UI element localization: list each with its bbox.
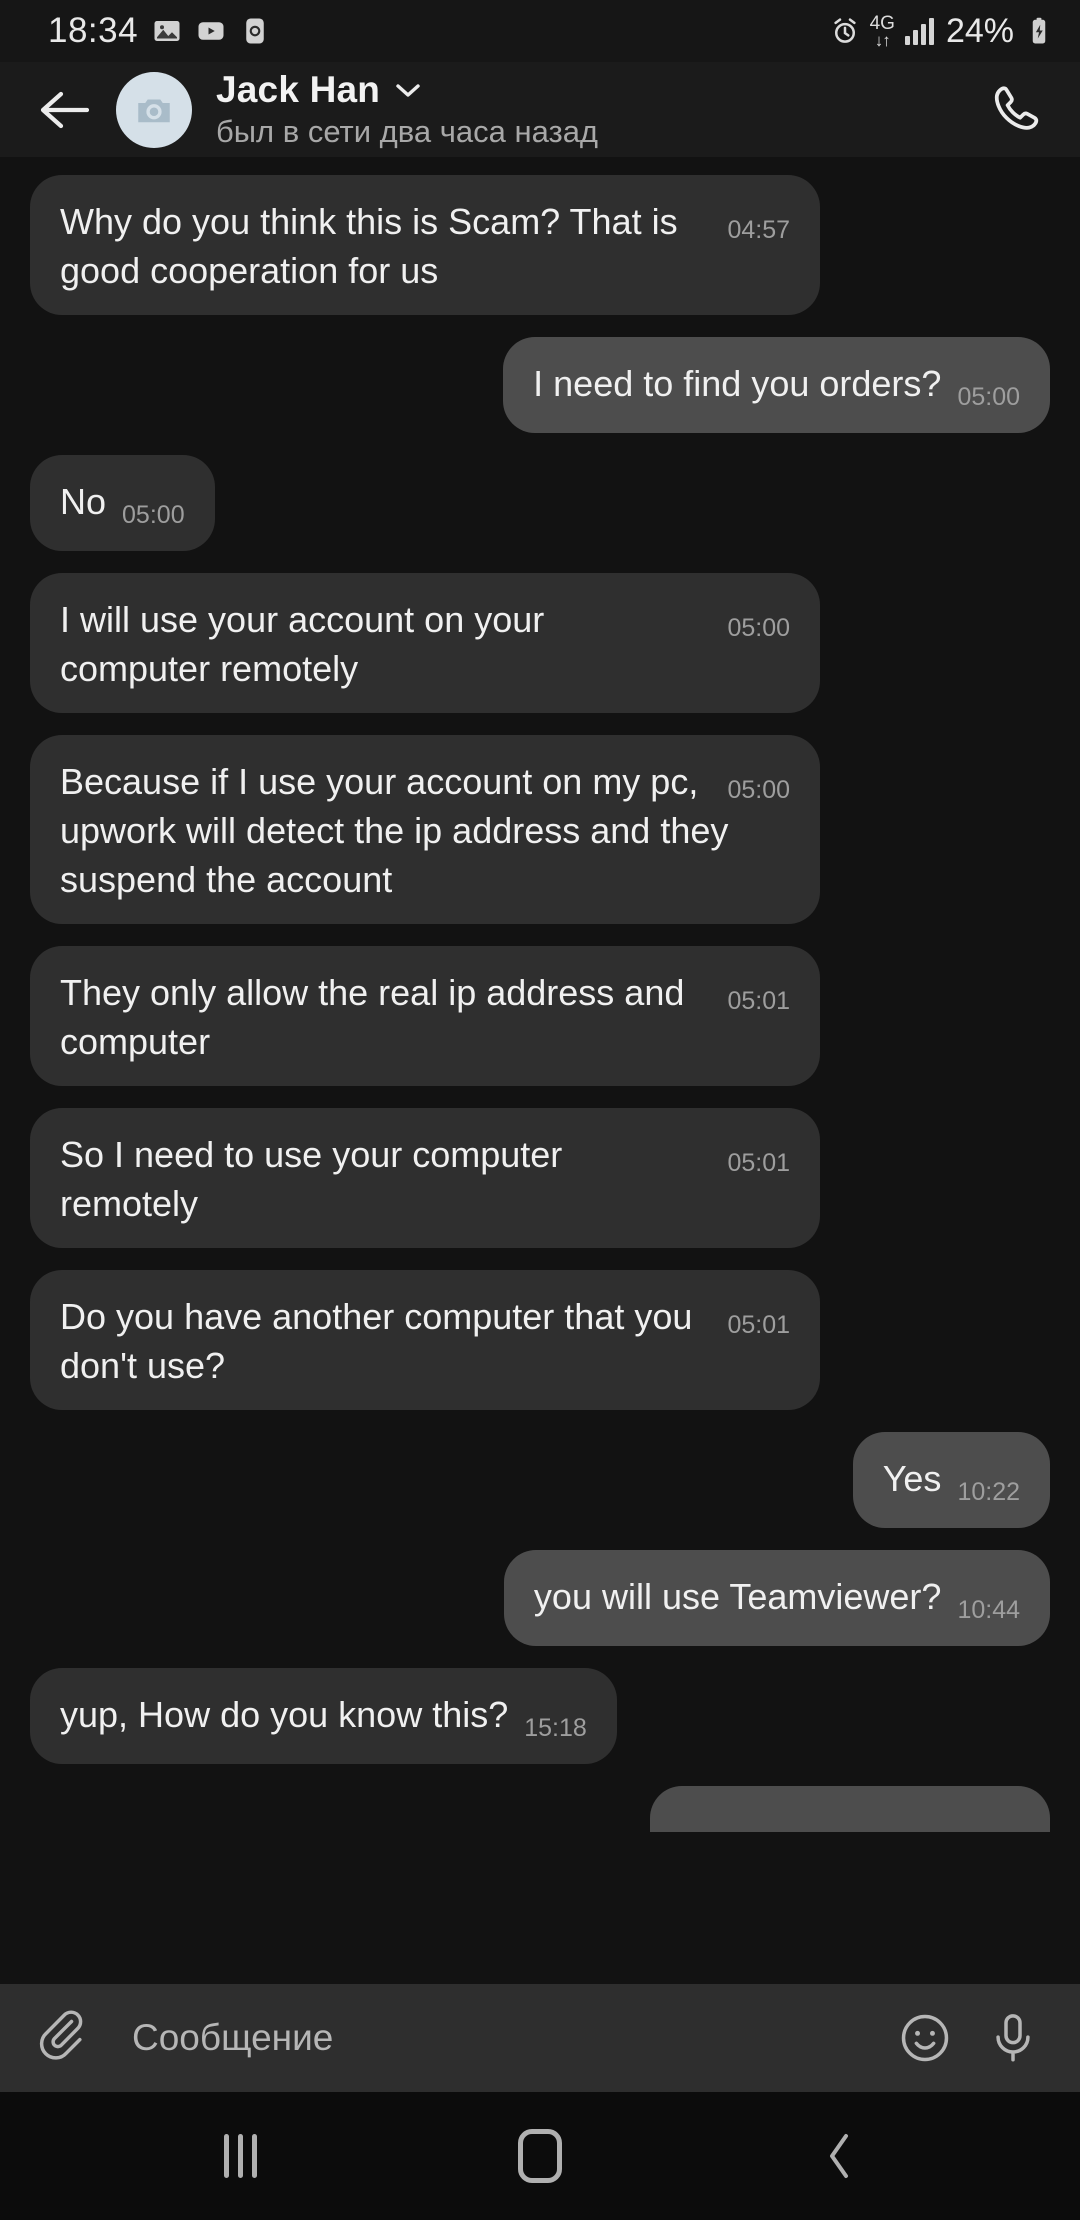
- message-input-bar: Сообщение: [0, 1984, 1080, 2092]
- chat-title-row: Jack Han: [216, 69, 598, 111]
- message-timestamp: 05:00: [122, 501, 185, 529]
- microphone-icon: [996, 2014, 1030, 2062]
- incoming-message-bubble[interactable]: 04:57 Why do you think this is Scam? That…: [30, 175, 820, 315]
- chat-header: Jack Han был в сети два часа назад: [0, 62, 1080, 157]
- chevron-down-icon[interactable]: [393, 80, 423, 100]
- phone-screen: 18:34 4G ↓↑ 24% Jack Han был в сети два …: [0, 0, 1080, 2220]
- message-timestamp: 05:01: [727, 1149, 790, 1177]
- gallery-icon: [154, 21, 180, 41]
- message-text: No: [60, 481, 107, 522]
- call-button[interactable]: [984, 77, 1050, 143]
- status-bar: 18:34 4G ↓↑ 24%: [0, 0, 1080, 62]
- incoming-message-bubble[interactable]: 05:01 They only allow the real ip address…: [30, 946, 820, 1086]
- message-row: yup, How do you know this? 15:18: [30, 1668, 1050, 1764]
- message-text: Do you have another computer that you do…: [60, 1296, 693, 1386]
- smiley-icon: [901, 2014, 949, 2062]
- message-row: 05:00 Because if I use your account on my…: [30, 735, 1050, 924]
- battery-percent-label: 24%: [945, 11, 1014, 50]
- nav-back-button[interactable]: [780, 2111, 900, 2201]
- outgoing-message-bubble[interactable]: you will use Teamviewer? 10:44: [503, 1550, 1050, 1646]
- voice-message-button[interactable]: [982, 2007, 1044, 2069]
- home-icon: [518, 2129, 562, 2183]
- network-type-label: 4G: [869, 12, 895, 34]
- message-timestamp: 05:01: [727, 1311, 790, 1339]
- chat-status: был в сети два часа назад: [216, 114, 599, 149]
- network-indicator: 4G ↓↑: [870, 14, 895, 49]
- clock-app-icon: [246, 18, 264, 44]
- message-timestamp: 05:00: [727, 614, 790, 642]
- message-list[interactable]: 04:57 Why do you think this is Scam? That…: [0, 157, 1080, 1984]
- attach-button[interactable]: [34, 2007, 96, 2069]
- camera-placeholder-icon: [138, 99, 170, 122]
- chat-title-block[interactable]: Jack Han был в сети два часа назад: [216, 69, 598, 150]
- message-row: 04:57 Why do you think this is Scam? That…: [30, 175, 1050, 315]
- incoming-message-bubble[interactable]: yup, How do you know this? 15:18: [30, 1668, 617, 1764]
- incoming-message-bubble[interactable]: 05:01 So I need to use your computer remo…: [30, 1108, 820, 1248]
- signal-bars-icon: [904, 17, 934, 45]
- input-actions: [894, 2007, 1044, 2069]
- message-text: They only allow the real ip address and …: [60, 972, 685, 1062]
- status-clock: 18:34: [48, 11, 139, 50]
- recents-icon: [223, 2134, 257, 2178]
- message-timestamp: 05:00: [727, 776, 790, 804]
- battery-charging-icon: [1032, 17, 1046, 44]
- message-text: Because if I use your account on my pc, …: [60, 761, 729, 900]
- message-row: 05:01 They only allow the real ip address…: [30, 946, 1050, 1086]
- message-text: Yes: [882, 1458, 942, 1499]
- message-row: you will use Teamviewer? 10:44: [30, 1550, 1050, 1646]
- data-arrows-icon: ↓↑: [874, 30, 891, 50]
- paperclip-icon: [39, 2010, 83, 2060]
- incoming-message-bubble[interactable]: No 05:00: [30, 455, 215, 551]
- alarm-icon: [833, 18, 856, 43]
- message-row: 05:01 Do you have another computer that y…: [30, 1270, 1050, 1410]
- status-bar-left: 18:34: [48, 11, 270, 51]
- incoming-message-bubble[interactable]: 05:00 Because if I use your account on my…: [30, 735, 820, 924]
- outgoing-message-bubble[interactable]: Yes 10:22: [852, 1432, 1050, 1528]
- message-timestamp: 10:22: [957, 1478, 1020, 1506]
- incoming-message-bubble[interactable]: 05:01 Do you have another computer that y…: [30, 1270, 820, 1410]
- message-timestamp: 10:44: [957, 1596, 1020, 1624]
- message-row: Yes 10:22: [30, 1432, 1050, 1528]
- message-row: I need to find you orders? 05:00: [30, 337, 1050, 433]
- message-timestamp: 15:18: [524, 1714, 587, 1742]
- message-row: 05:00 I will use your account on your com…: [30, 573, 1050, 713]
- message-timestamp: 05:01: [727, 987, 790, 1015]
- back-chevron-icon: [830, 2134, 848, 2178]
- android-nav-bar: [0, 2092, 1080, 2220]
- recents-button[interactable]: [180, 2111, 300, 2201]
- status-bar-right: 4G ↓↑ 24%: [830, 12, 1054, 51]
- message-text: I need to find you orders?: [533, 363, 942, 404]
- outgoing-message-bubble[interactable]: I need to find you orders? 05:00: [503, 337, 1050, 433]
- youtube-icon: [198, 22, 224, 40]
- partial-outgoing-message-bubble[interactable]: [650, 1786, 1050, 1832]
- chat-name: Jack Han: [216, 69, 381, 110]
- message-timestamp: 05:00: [957, 383, 1020, 411]
- message-row: 05:01 So I need to use your computer remo…: [30, 1108, 1050, 1248]
- message-text: Why do you think this is Scam? That is g…: [60, 201, 678, 291]
- avatar[interactable]: [116, 71, 192, 148]
- phone-call-icon: [994, 85, 1039, 130]
- message-text: yup, How do you know this?: [60, 1694, 509, 1735]
- emoji-button[interactable]: [894, 2007, 956, 2069]
- message-input[interactable]: Сообщение: [132, 2017, 894, 2059]
- incoming-message-bubble[interactable]: 05:00 I will use your account on your com…: [30, 573, 820, 713]
- message-text: I will use your account on your computer…: [60, 599, 545, 689]
- message-row: No 05:00: [30, 455, 1050, 551]
- message-timestamp: 04:57: [727, 216, 790, 244]
- back-arrow-icon: [40, 91, 89, 128]
- message-text: So I need to use your computer remotely: [60, 1134, 563, 1224]
- message-text: you will use Teamviewer?: [533, 1576, 942, 1617]
- back-button[interactable]: [32, 79, 94, 141]
- home-button[interactable]: [480, 2111, 600, 2201]
